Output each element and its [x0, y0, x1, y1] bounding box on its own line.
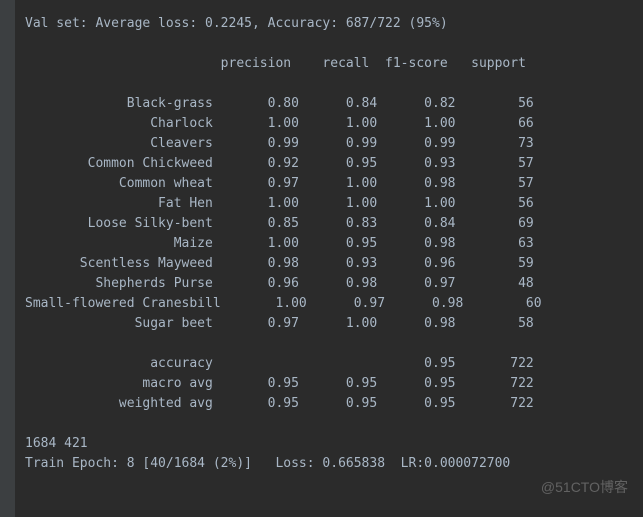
table-row: Shepherds Purse 0.96 0.98 0.97 48 — [25, 274, 633, 294]
macro-avg-row: macro avg 0.95 0.95 0.95 722 — [25, 374, 633, 394]
weighted-avg-row: weighted avg 0.95 0.95 0.95 722 — [25, 394, 633, 414]
accuracy-row: accuracy 0.95 722 — [25, 354, 633, 374]
table-row: Scentless Mayweed 0.98 0.93 0.96 59 — [25, 254, 633, 274]
ide-sidebar — [0, 0, 15, 517]
blank-line — [25, 414, 633, 434]
table-row: Fat Hen 1.00 1.00 1.00 56 — [25, 194, 633, 214]
table-row: Charlock 1.00 1.00 1.00 66 — [25, 114, 633, 134]
table-row: Black-grass 0.80 0.84 0.82 56 — [25, 94, 633, 114]
blank-line — [25, 74, 633, 94]
blank-line — [25, 334, 633, 354]
table-row: Sugar beet 0.97 1.00 0.98 58 — [25, 314, 633, 334]
table-row: Loose Silky-bent 0.85 0.83 0.84 69 — [25, 214, 633, 234]
blank-line — [25, 34, 633, 54]
counts-line: 1684 421 — [25, 434, 633, 454]
table-row: Common Chickweed 0.92 0.95 0.93 57 — [25, 154, 633, 174]
table-row: Cleavers 0.99 0.99 0.99 73 — [25, 134, 633, 154]
table-row: Maize 1.00 0.95 0.98 63 — [25, 234, 633, 254]
terminal-output: Val set: Average loss: 0.2245, Accuracy:… — [15, 0, 643, 517]
table-row: Small-flowered Cranesbill 1.00 0.97 0.98… — [25, 294, 633, 314]
table-row: Common wheat 0.97 1.00 0.98 57 — [25, 174, 633, 194]
watermark: @51CTO博客 — [541, 477, 628, 497]
train-epoch-line: Train Epoch: 8 [40/1684 (2%)] Loss: 0.66… — [25, 454, 633, 474]
val-summary-line: Val set: Average loss: 0.2245, Accuracy:… — [25, 14, 633, 34]
column-header: precision recall f1-score support — [25, 54, 633, 74]
